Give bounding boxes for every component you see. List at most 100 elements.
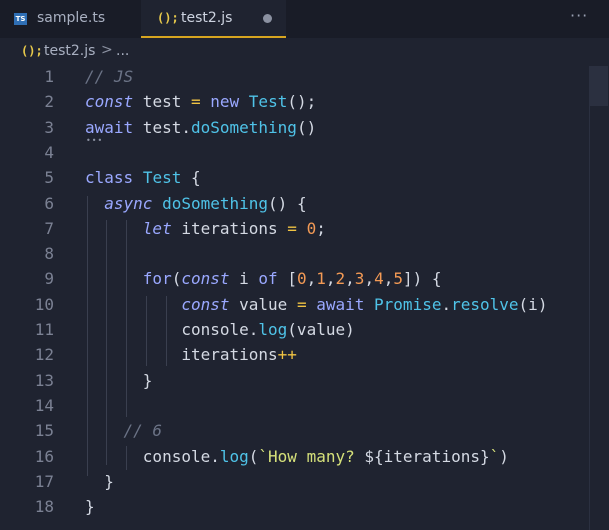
- code-line[interactable]: }: [85, 472, 114, 491]
- line-number: 14: [34, 395, 54, 415]
- code-token: (): [296, 117, 317, 137]
- more-actions-icon[interactable]: ···: [570, 6, 588, 25]
- line-number: 15: [34, 421, 54, 441]
- code-line[interactable]: const value = await Promise.resolve(i): [85, 295, 547, 314]
- scrollbar-thumb[interactable]: [590, 66, 608, 106]
- code-token: doSomething: [190, 117, 297, 137]
- code-line[interactable]: }: [85, 370, 153, 390]
- code-token: (i): [518, 294, 548, 314]
- code-token: 0: [306, 218, 317, 238]
- code-token: ,: [306, 269, 317, 289]
- line-number: 10: [34, 294, 54, 314]
- chevron-right-icon: >: [101, 42, 113, 58]
- javascript-file-icon: ();: [21, 44, 43, 58]
- line-number: 13: [34, 370, 54, 390]
- indent-guide: [126, 220, 127, 417]
- code-token: ,: [325, 269, 336, 289]
- tab-bar: TS sample.ts (); test2.js ···: [0, 0, 609, 38]
- code-token: of: [258, 269, 278, 289]
- code-token: .: [441, 294, 452, 314]
- indent-guide: [106, 220, 107, 465]
- code-token: for: [142, 269, 172, 289]
- code-token: ,: [364, 269, 375, 289]
- code-token: }: [85, 497, 95, 517]
- code-token: }: [85, 370, 153, 390]
- code-token: test.: [133, 117, 191, 137]
- line-number: 5: [44, 168, 54, 188]
- code-token: ${iterations}: [364, 446, 490, 466]
- code-token: ;: [316, 218, 326, 238]
- code-token: 5: [393, 269, 403, 289]
- code-token: (value): [287, 320, 355, 339]
- tab-test2-js[interactable]: (); test2.js: [141, 0, 286, 38]
- code-line[interactable]: async doSomething() {: [85, 193, 306, 213]
- code-token: new: [210, 92, 240, 112]
- code-token: =: [296, 294, 307, 314]
- code-token: value: [229, 294, 297, 314]
- code-line[interactable]: for(const i of [0,1,2,3,4,5]) {: [85, 269, 442, 288]
- code-token: console.: [85, 320, 259, 339]
- line-number: 12: [34, 345, 54, 365]
- breadcrumb-file[interactable]: test2.js: [44, 43, 95, 59]
- code-line[interactable]: await test.doSomething(): [85, 118, 316, 137]
- code-token: i: [229, 269, 259, 289]
- code-token: Test: [248, 92, 288, 112]
- code-token: test: [133, 92, 191, 112]
- code-token: await: [85, 117, 134, 137]
- code-token: const: [85, 92, 134, 112]
- breadcrumb: (); test2.js > ...: [0, 38, 609, 66]
- code-token: =: [190, 92, 201, 112]
- line-number: 9: [44, 269, 54, 289]
- code-token: (: [248, 446, 259, 466]
- code-line[interactable]: const test = new Test();: [85, 92, 316, 111]
- code-token: const: [181, 269, 230, 289]
- line-number: 1: [44, 67, 54, 86]
- code-line[interactable]: }: [85, 497, 95, 516]
- breadcrumb-symbol[interactable]: ...: [116, 43, 129, 59]
- code-token: ,: [345, 269, 355, 289]
- tab-sample-ts[interactable]: TS sample.ts: [0, 0, 141, 38]
- tab-label: sample.ts: [37, 10, 106, 26]
- code-line[interactable]: // JS: [85, 67, 133, 86]
- code-token: =: [287, 218, 297, 238]
- line-number: 17: [34, 471, 54, 491]
- code-token: iterations: [85, 345, 278, 365]
- unsaved-changes-dot-icon[interactable]: [263, 14, 272, 23]
- code-token: }: [85, 471, 114, 491]
- line-number: 18: [34, 497, 54, 517]
- code-token: let: [142, 218, 172, 238]
- line-number: 16: [34, 446, 54, 466]
- code-token: // JS: [85, 67, 134, 86]
- code-token: ++: [277, 345, 297, 365]
- code-line[interactable]: iterations++: [85, 345, 297, 364]
- warning-squiggle-icon: •••: [86, 136, 104, 145]
- indent-guide: [126, 446, 127, 470]
- code-token: log: [219, 446, 249, 466]
- code-token: 1: [316, 269, 326, 289]
- code-line[interactable]: class Test {: [85, 168, 201, 187]
- code-line[interactable]: let iterations = 0;: [85, 219, 326, 238]
- code-token: 4: [374, 269, 384, 289]
- code-line[interactable]: console.log(`How many? ${iterations}`): [85, 447, 509, 466]
- code-token: resolve: [451, 294, 519, 314]
- code-token: ();: [287, 92, 317, 112]
- code-token: ): [499, 446, 509, 466]
- code-token: async: [104, 193, 153, 213]
- line-number: 11: [34, 320, 54, 339]
- code-token: doSomething: [162, 193, 269, 213]
- code-line[interactable]: // 6: [85, 421, 163, 440]
- code-token: ,: [383, 269, 394, 289]
- vertical-scrollbar[interactable]: [589, 66, 609, 530]
- code-token: iterations: [171, 218, 288, 238]
- code-token: class: [85, 168, 134, 188]
